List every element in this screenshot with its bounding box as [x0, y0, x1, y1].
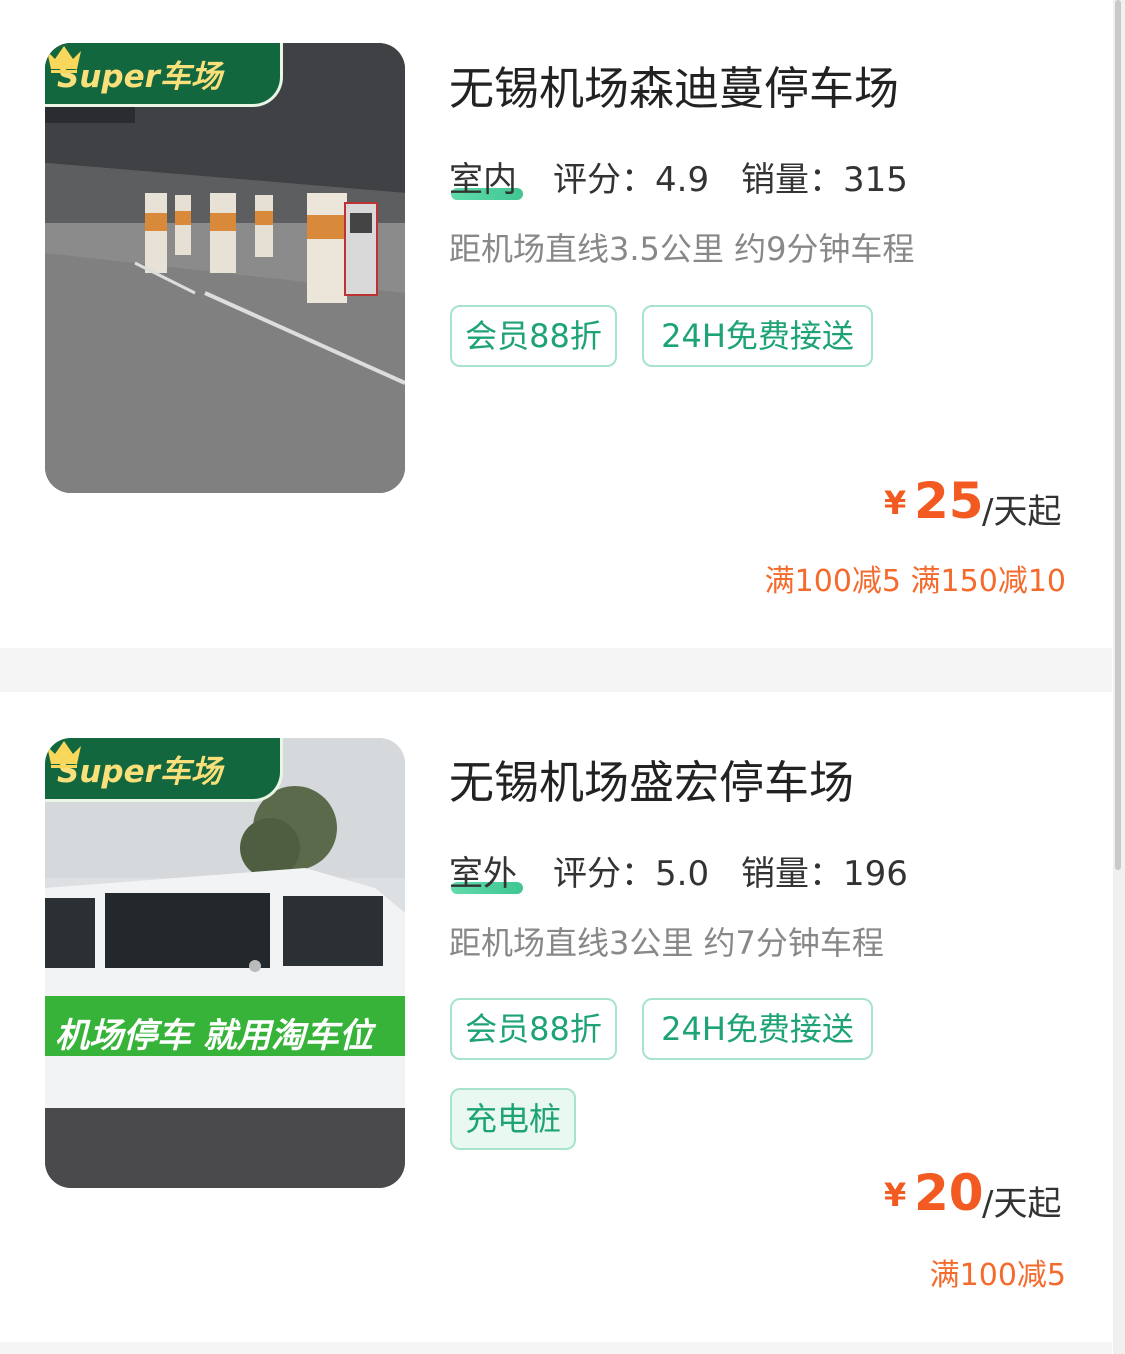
- lot-name[interactable]: 无锡机场盛宏停车场: [449, 746, 854, 811]
- lot-rating: 评分：4.9: [553, 160, 710, 200]
- scrollbar-thumb[interactable]: [1115, 0, 1121, 870]
- card-divider: [0, 648, 1112, 692]
- super-lot-badge: Super车场: [45, 43, 283, 107]
- currency-symbol: ¥: [884, 1176, 907, 1214]
- discount-text: 满100减5: [929, 1258, 1066, 1293]
- tag-charging-station: 充电桩: [450, 1088, 576, 1150]
- van-banner-text: 机场停车 就用淘车位: [55, 1016, 373, 1056]
- super-lot-badge: Super车场: [45, 738, 283, 802]
- price-unit: /天起: [982, 1184, 1062, 1224]
- lot-rating: 评分：5.0: [553, 854, 710, 894]
- crown-icon: [47, 46, 81, 73]
- currency-symbol: ¥: [884, 484, 907, 522]
- discount-text: 满100减5 满150减10: [764, 564, 1066, 599]
- card-divider: [0, 1342, 1112, 1354]
- crown-icon: [47, 741, 81, 768]
- tag-member-discount: 会员88折: [450, 998, 617, 1060]
- parking-lot-card[interactable]: Super车场 无锡机场森迪蔓停车场 室内 评分：4.9 销量：315 距机场直…: [0, 0, 1112, 648]
- price-value: 25: [914, 472, 984, 530]
- indoor-garage-image: [45, 43, 405, 493]
- price-row: ¥ 25 /天起: [884, 472, 1066, 532]
- lot-name[interactable]: 无锡机场森迪蔓停车场: [449, 52, 899, 117]
- shuttle-van-image: [45, 738, 405, 1188]
- parking-lot-card[interactable]: 机场停车 就用淘车位 Super车场 无锡机场盛宏停车场 室外 评分：5.0 销…: [0, 692, 1112, 1342]
- tag-member-discount: 会员88折: [450, 305, 617, 367]
- lot-distance: 距机场直线3公里 约7分钟车程: [449, 924, 884, 962]
- price-value: 20: [914, 1164, 984, 1222]
- price-unit: /天起: [982, 492, 1062, 532]
- parking-lot-photo[interactable]: 机场停车 就用淘车位 Super车场: [45, 738, 405, 1188]
- parking-lot-photo[interactable]: Super车场: [45, 43, 405, 493]
- lot-type: 室内: [449, 160, 517, 200]
- price-row: ¥ 20 /天起: [884, 1164, 1066, 1224]
- lot-sales: 销量：315: [741, 160, 908, 200]
- lot-distance: 距机场直线3.5公里 约9分钟车程: [449, 230, 915, 268]
- tag-free-shuttle: 24H免费接送: [642, 998, 873, 1060]
- tag-free-shuttle: 24H免费接送: [642, 305, 873, 367]
- lot-sales: 销量：196: [741, 854, 908, 894]
- lot-type: 室外: [449, 854, 517, 894]
